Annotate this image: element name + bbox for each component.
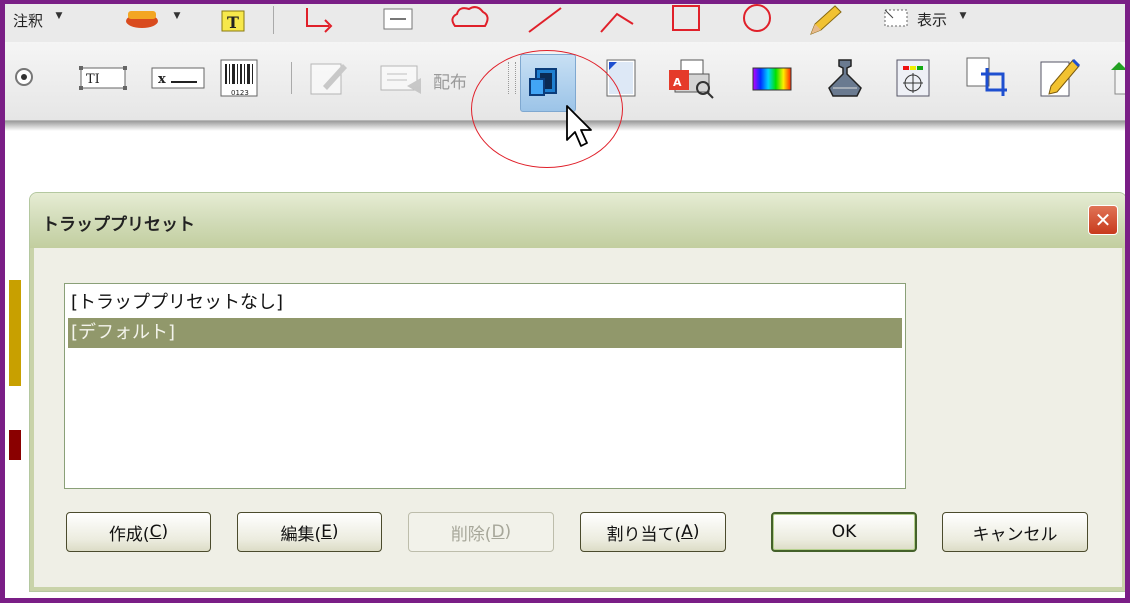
create-button-label: 作成( [108,524,150,545]
crop-page-icon[interactable] [963,56,1009,100]
annotation-toolbar: 注釈 ▼ ▼ T 表示 ▼ [5,4,1125,43]
show-menu-label[interactable]: 表示 [917,9,947,30]
distribute-icon[interactable] [377,58,433,98]
registration-mark-icon[interactable] [893,58,933,98]
page-margin-marker [9,430,21,460]
svg-text:TI: TI [86,72,100,87]
ok-button[interactable]: OK [771,512,917,552]
assign-button-label-tail: ) [692,522,700,542]
assign-button-accesskey: A [681,522,693,542]
svg-text:T: T [227,13,239,32]
distribute-label[interactable]: 配布 [433,68,467,93]
page-margin-marker [9,280,21,386]
dialog-title: トラッププリセット [42,215,195,235]
text-highlight-icon[interactable]: T [215,6,251,34]
pencil-icon[interactable] [805,4,843,36]
list-item-selected[interactable]: [デフォルト] [68,318,902,348]
assign-button[interactable]: 割り当て(A) [580,512,726,552]
chevron-down-icon[interactable]: ▼ [171,10,183,22]
line-shape-icon[interactable] [525,4,565,34]
square-shape-icon[interactable] [669,4,703,34]
edit-button-accesskey: E [321,522,332,542]
edit-button-label: 編集( [280,524,322,545]
list-item-label: [トラッププリセットなし] [71,292,284,313]
color-gradient-icon[interactable] [751,64,793,94]
highlight-circle [471,50,623,168]
annotation-menu-label[interactable]: 注釈 [13,10,43,31]
list-item[interactable]: [トラッププリセットなし] [68,288,902,318]
barcode-caption: 0123 [231,89,249,97]
trap-preset-dialog: トラッププリセット ✕ [トラッププリセットなし] [デフォルト] 作成(C) … [29,192,1125,592]
ellipse-shape-icon[interactable] [737,4,777,34]
edit-button[interactable]: 編集(E) [237,512,382,552]
pdf-print-icon[interactable]: A [667,56,717,102]
delete-button-label-tail: ) [504,522,512,542]
x-field-icon[interactable]: x [149,62,207,92]
cancel-button-label: キャンセル [972,524,1058,545]
toolbar-separator [291,62,292,94]
create-button[interactable]: 作成(C) [66,512,211,552]
ink-icon[interactable] [825,56,865,100]
svg-text:x: x [158,72,166,87]
toolbar-separator [273,6,274,34]
polyline-shape-icon[interactable] [597,4,637,34]
assign-button-label: 割り当て( [606,524,682,545]
edit-form-icon[interactable] [307,58,351,98]
create-button-label-tail: ) [161,522,169,542]
screenshot-frame: 注釈 ▼ ▼ T 表示 ▼ TI x 0123 配布 A トラッププリセット ✕… [0,0,1130,603]
chevron-down-icon[interactable]: ▼ [53,10,65,22]
rectangle-note-icon[interactable] [381,6,415,32]
add-page-icon[interactable] [1105,58,1125,98]
delete-button-label: 削除( [450,524,492,545]
chevron-down-icon[interactable]: ▼ [957,10,969,22]
list-item-label: [デフォルト] [71,322,176,343]
dialog-title-bar[interactable]: トラッププリセット ✕ [30,193,1125,248]
preset-list[interactable]: [トラッププリセットなし] [デフォルト] [64,283,906,489]
arrow-shape-icon[interactable] [303,4,337,34]
create-button-accesskey: C [149,522,162,542]
ok-button-label: OK [831,522,857,542]
edit-button-label-tail: ) [331,522,339,542]
radio-icon[interactable] [13,66,35,88]
mouse-cursor-icon [563,104,593,150]
edit-object-icon[interactable] [1037,56,1083,100]
cancel-button[interactable]: キャンセル [942,512,1088,552]
delete-button[interactable]: 削除(D) [408,512,554,552]
close-icon: ✕ [1094,208,1112,232]
svg-text:A: A [673,76,682,89]
delete-button-accesskey: D [491,522,505,542]
text-field-icon[interactable]: TI [77,62,129,92]
stamp-icon[interactable] [123,6,161,30]
close-button[interactable]: ✕ [1088,205,1118,235]
show-comments-icon[interactable] [881,6,911,30]
cloud-shape-icon[interactable] [447,4,491,34]
